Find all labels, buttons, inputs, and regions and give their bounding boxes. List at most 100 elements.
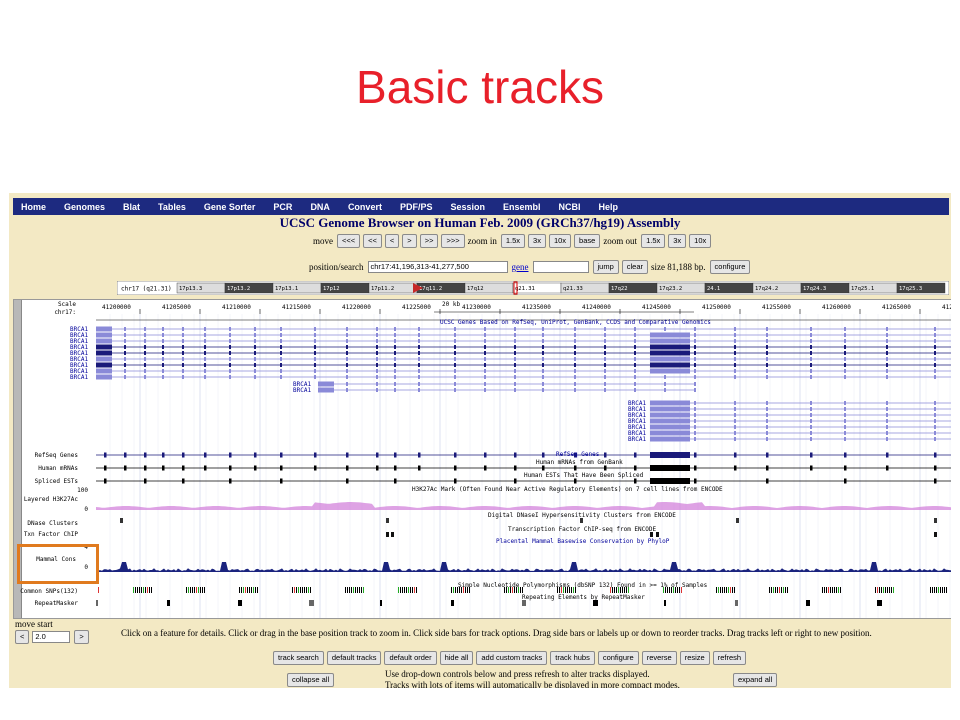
gene-exon[interactable]	[542, 375, 544, 379]
refresh-button[interactable]: refresh	[712, 651, 747, 665]
dnase-track-label[interactable]: DNase Clusters	[27, 520, 78, 527]
snp-marker[interactable]	[828, 587, 829, 593]
gene-exon[interactable]	[418, 357, 420, 361]
gene-exon[interactable]	[766, 419, 768, 423]
gene-exon[interactable]	[844, 437, 846, 441]
snp-marker[interactable]	[940, 587, 941, 593]
gene-exon[interactable]	[694, 431, 696, 435]
gene-exon[interactable]	[844, 345, 846, 349]
gene-exon[interactable]	[484, 363, 486, 367]
nav-dna[interactable]: DNA	[301, 202, 339, 212]
gene-exon[interactable]	[766, 363, 768, 367]
gene-exon[interactable]	[484, 388, 486, 392]
gene-exon[interactable]	[454, 382, 456, 386]
gene-exon[interactable]	[280, 327, 282, 331]
gene-exon[interactable]	[542, 388, 544, 392]
gene-exon[interactable]	[634, 345, 636, 349]
gene-exon[interactable]	[634, 333, 636, 337]
snp-marker[interactable]	[840, 587, 841, 593]
gene-exon[interactable]	[886, 333, 888, 337]
gene-exon[interactable]	[314, 339, 316, 343]
feature-block[interactable]	[104, 478, 107, 484]
feature-block[interactable]	[934, 452, 937, 458]
gene-exon[interactable]	[934, 327, 936, 331]
gene-exon[interactable]	[766, 333, 768, 337]
feature-block[interactable]	[844, 478, 847, 484]
gene-label[interactable]: BRCA1	[293, 387, 311, 394]
gene-exon[interactable]	[734, 425, 736, 429]
snp-marker[interactable]	[893, 587, 894, 593]
snp-marker[interactable]	[298, 587, 299, 593]
nav-blat[interactable]: Blat	[114, 202, 149, 212]
gene-exon[interactable]	[124, 375, 126, 379]
gene-exon[interactable]	[542, 369, 544, 373]
snp-marker[interactable]	[147, 587, 148, 593]
snp-marker[interactable]	[188, 587, 189, 593]
gene-exon[interactable]	[182, 333, 184, 337]
feature-block[interactable]	[542, 452, 545, 458]
gene-exon[interactable]	[346, 339, 348, 343]
gene-exon[interactable]	[454, 333, 456, 337]
snp-marker[interactable]	[404, 587, 405, 593]
gene-exon[interactable]	[694, 333, 696, 337]
feature-thick-block[interactable]	[650, 465, 690, 471]
gene-exon[interactable]	[376, 333, 378, 337]
gene-input[interactable]	[532, 261, 589, 273]
gene-exon[interactable]	[634, 363, 636, 367]
feature-block[interactable]	[229, 465, 232, 471]
gene-utr-block[interactable]	[96, 350, 112, 356]
snp-marker[interactable]	[196, 587, 197, 593]
feature-block[interactable]	[514, 478, 517, 484]
gene-exon[interactable]	[634, 327, 636, 331]
gene-exon[interactable]	[574, 357, 576, 361]
nav-pcr[interactable]: PCR	[264, 202, 301, 212]
gene-exon[interactable]	[254, 363, 256, 367]
gene-exon[interactable]	[454, 327, 456, 331]
gene-exon[interactable]	[604, 351, 606, 355]
snp-marker[interactable]	[143, 587, 144, 593]
snp-marker[interactable]	[98, 587, 99, 593]
gene-exon[interactable]	[229, 339, 231, 343]
gene-exon[interactable]	[204, 375, 206, 379]
gene-exon[interactable]	[346, 327, 348, 331]
gene-exon[interactable]	[229, 375, 231, 379]
gene-thick-exon[interactable]	[650, 344, 690, 350]
gene-exon[interactable]	[144, 351, 146, 355]
snp-marker[interactable]	[775, 587, 776, 593]
gene-exon[interactable]	[634, 351, 636, 355]
gene-exon[interactable]	[542, 333, 544, 337]
gene-thick-exon[interactable]	[650, 418, 690, 424]
gene-exon[interactable]	[346, 363, 348, 367]
nav-gene-sorter[interactable]: Gene Sorter	[195, 202, 265, 212]
gene-exon[interactable]	[346, 345, 348, 349]
chromosome-ideogram[interactable]: chr17 (q21.31) 17p13.3 17p13.2 17p13.1 17p1…	[117, 281, 949, 295]
snp-marker[interactable]	[826, 587, 827, 593]
feature-block[interactable]	[376, 452, 379, 458]
gene-exon[interactable]	[280, 351, 282, 355]
gene-exon[interactable]	[418, 327, 420, 331]
gene-exon[interactable]	[162, 339, 164, 343]
snp-marker[interactable]	[135, 587, 136, 593]
snp-marker[interactable]	[412, 587, 413, 593]
gene-exon[interactable]	[454, 369, 456, 373]
gene-exon[interactable]	[844, 419, 846, 423]
gene-exon[interactable]	[542, 357, 544, 361]
gene-thick-exon[interactable]	[650, 436, 690, 442]
clear-button[interactable]: clear	[621, 260, 649, 274]
gene-label[interactable]: BRCA1	[70, 374, 88, 381]
feature-block[interactable]	[574, 478, 577, 484]
gene-exon[interactable]	[144, 327, 146, 331]
gene-exon[interactable]	[254, 369, 256, 373]
gene-exon[interactable]	[734, 363, 736, 367]
gene-exon[interactable]	[766, 431, 768, 435]
gene-thick-exon[interactable]	[650, 400, 690, 406]
snp-marker[interactable]	[836, 587, 837, 593]
snp-marker[interactable]	[241, 587, 242, 593]
gene-exon[interactable]	[314, 369, 316, 373]
gene-exon[interactable]	[280, 375, 282, 379]
gene-exon[interactable]	[810, 327, 812, 331]
gene-utr-block[interactable]	[96, 332, 112, 338]
feature-block[interactable]	[124, 465, 127, 471]
snp-track-label[interactable]: Common SNPs(132)	[20, 588, 78, 595]
snp-marker[interactable]	[785, 587, 786, 593]
